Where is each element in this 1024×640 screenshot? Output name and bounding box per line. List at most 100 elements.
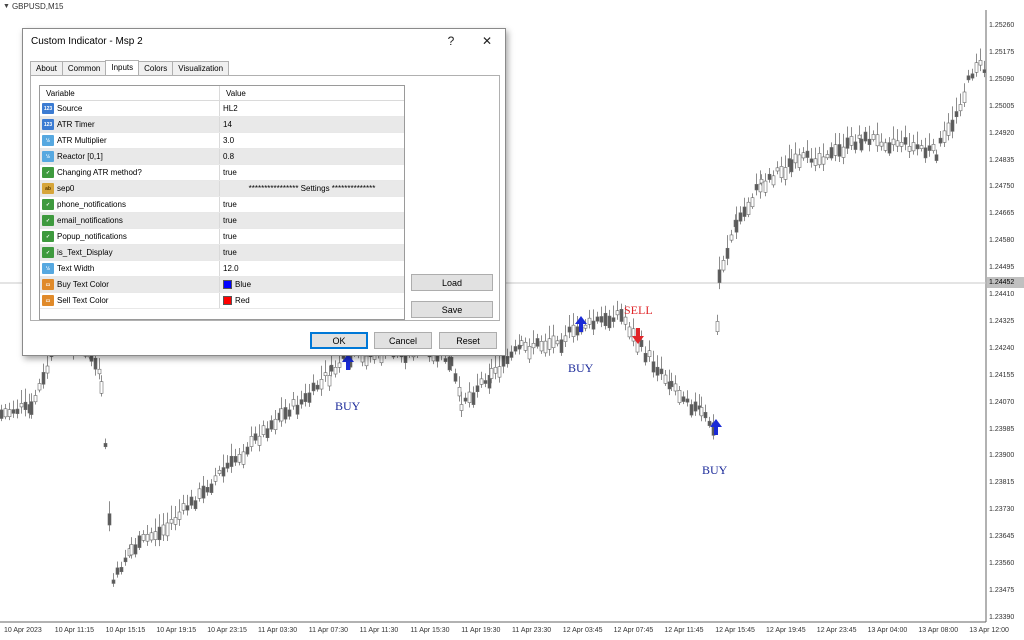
time-tick-label: 10 Apr 2023 bbox=[4, 627, 42, 634]
candle-body bbox=[509, 351, 514, 358]
price-tick-label: 1.24835 bbox=[989, 156, 1015, 164]
value-cell[interactable]: true bbox=[220, 197, 404, 212]
candle-body bbox=[523, 341, 528, 351]
inputs-grid: Variable Value 123 Source HL2 123 ATR Timer 1… bbox=[39, 85, 405, 320]
symbol-text: GBPUSD,M15 bbox=[11, 2, 64, 11]
tab-colors[interactable]: Colors bbox=[138, 61, 174, 76]
help-button[interactable]: ? bbox=[433, 29, 469, 53]
variable-cell: ✓ is_Text_Display bbox=[40, 245, 220, 260]
close-icon[interactable]: ✕ bbox=[469, 29, 505, 53]
dialog-title: Custom Indicator - Msp 2 bbox=[31, 35, 143, 47]
input-row[interactable]: ✓ Changing ATR method? true bbox=[40, 165, 404, 181]
input-row[interactable]: ✓ Popup_notifications true bbox=[40, 229, 404, 245]
candle-body bbox=[783, 167, 788, 180]
dialog-titlebar[interactable]: Custom Indicator - Msp 2 ? ✕ bbox=[23, 29, 505, 53]
color-swatch[interactable] bbox=[223, 280, 232, 289]
candle-body bbox=[11, 409, 16, 414]
candle-body bbox=[611, 317, 616, 322]
candle-body bbox=[299, 399, 304, 405]
time-tick-label: 13 Apr 12:00 bbox=[969, 627, 1009, 634]
value-cell[interactable]: 3.0 bbox=[220, 133, 404, 148]
input-row[interactable]: 123 ATR Timer 14 bbox=[40, 117, 404, 133]
candle-body bbox=[457, 386, 462, 397]
candle-body bbox=[934, 154, 939, 161]
input-row[interactable]: ½ Text Width 12.0 bbox=[40, 261, 404, 277]
candle-body bbox=[133, 544, 138, 555]
candle-body bbox=[257, 435, 262, 446]
candle-body bbox=[673, 383, 678, 392]
candle-body bbox=[129, 544, 134, 556]
input-row[interactable]: ▭ Sell Text Color Red bbox=[40, 293, 404, 309]
candle-body bbox=[931, 144, 936, 152]
value-cell[interactable]: Blue bbox=[220, 277, 404, 292]
variable-name: Buy Text Color bbox=[57, 280, 109, 289]
value-cell[interactable]: HL2 bbox=[220, 101, 404, 116]
time-tick-label: 12 Apr 23:45 bbox=[816, 627, 857, 634]
value-cell[interactable]: true bbox=[220, 213, 404, 228]
tab-common[interactable]: Common bbox=[61, 61, 107, 76]
column-header-variable[interactable]: Variable bbox=[40, 86, 220, 100]
column-header-value[interactable]: Value bbox=[220, 86, 404, 100]
value-cell[interactable]: 12.0 bbox=[220, 261, 404, 276]
candle-body bbox=[237, 454, 242, 463]
color-icon: ▭ bbox=[42, 279, 54, 290]
tab-visualization[interactable]: Visualization bbox=[172, 61, 230, 76]
candle-body bbox=[763, 180, 768, 193]
candle-body bbox=[725, 247, 730, 259]
variable-name: Changing ATR method? bbox=[57, 168, 142, 177]
candle-body bbox=[717, 269, 722, 283]
variable-value: 0.8 bbox=[223, 152, 235, 161]
value-cell[interactable]: Red bbox=[220, 293, 404, 308]
bool-icon: ✓ bbox=[42, 167, 54, 178]
variable-value: Red bbox=[235, 296, 250, 305]
input-row[interactable]: ✓ is_Text_Display true bbox=[40, 245, 404, 261]
price-tick-label: 1.24410 bbox=[989, 291, 1015, 298]
input-row[interactable]: ½ ATR Multiplier 3.0 bbox=[40, 133, 404, 149]
candle-body bbox=[141, 534, 146, 541]
candle-body bbox=[3, 408, 8, 418]
value-cell[interactable]: true bbox=[220, 245, 404, 260]
value-cell[interactable]: 14 bbox=[220, 117, 404, 132]
candle-body bbox=[813, 158, 818, 166]
color-swatch[interactable] bbox=[223, 296, 232, 305]
input-row[interactable]: 123 Source HL2 bbox=[40, 101, 404, 117]
cancel-button[interactable]: Cancel bbox=[374, 332, 432, 349]
candle-body bbox=[189, 496, 194, 506]
input-row[interactable]: ✓ email_notifications true bbox=[40, 213, 404, 229]
value-cell[interactable]: **************** Settings ************** bbox=[220, 181, 404, 196]
input-row[interactable]: ✓ phone_notifications true bbox=[40, 197, 404, 213]
double-icon: ½ bbox=[42, 135, 54, 146]
value-cell[interactable]: true bbox=[220, 229, 404, 244]
value-cell[interactable]: true bbox=[220, 165, 404, 180]
save-button[interactable]: Save bbox=[411, 301, 493, 318]
candle-body bbox=[974, 62, 979, 73]
variable-cell: ▭ Buy Text Color bbox=[40, 277, 220, 292]
reset-button[interactable]: Reset bbox=[439, 332, 497, 349]
input-row[interactable]: ½ Reactor [0,1] 0.8 bbox=[40, 149, 404, 165]
tab-inputs[interactable]: Inputs bbox=[105, 60, 140, 76]
candle-body bbox=[33, 395, 38, 403]
candle-body bbox=[303, 393, 308, 402]
candle-body bbox=[891, 138, 896, 146]
dropdown-triangle-icon[interactable]: ▼ bbox=[3, 3, 10, 10]
buy-signal-label: BUY bbox=[702, 463, 728, 477]
input-row[interactable]: ▭ Buy Text Color Blue bbox=[40, 277, 404, 293]
variable-name: ATR Timer bbox=[57, 120, 95, 129]
price-tick-label: 1.24580 bbox=[989, 237, 1015, 245]
chart-symbol-label: ▼ GBPUSD,M15 bbox=[3, 2, 64, 11]
tab-about[interactable]: About bbox=[30, 61, 63, 76]
candle-body bbox=[173, 517, 178, 525]
candle-body bbox=[693, 401, 698, 412]
variable-value: HL2 bbox=[223, 104, 238, 113]
value-cell[interactable]: 0.8 bbox=[220, 149, 404, 164]
candle-body bbox=[595, 316, 600, 322]
input-row[interactable]: ab sep0 **************** Settings ********… bbox=[40, 181, 404, 197]
variable-value: 14 bbox=[223, 120, 232, 129]
candle-body bbox=[567, 326, 572, 333]
grid-header: Variable Value bbox=[40, 86, 404, 101]
candle-body bbox=[165, 522, 170, 537]
ok-button[interactable]: OK bbox=[310, 332, 368, 349]
candle-body bbox=[15, 408, 20, 414]
load-button[interactable]: Load bbox=[411, 274, 493, 291]
price-tick-label: 1.23900 bbox=[989, 452, 1015, 460]
